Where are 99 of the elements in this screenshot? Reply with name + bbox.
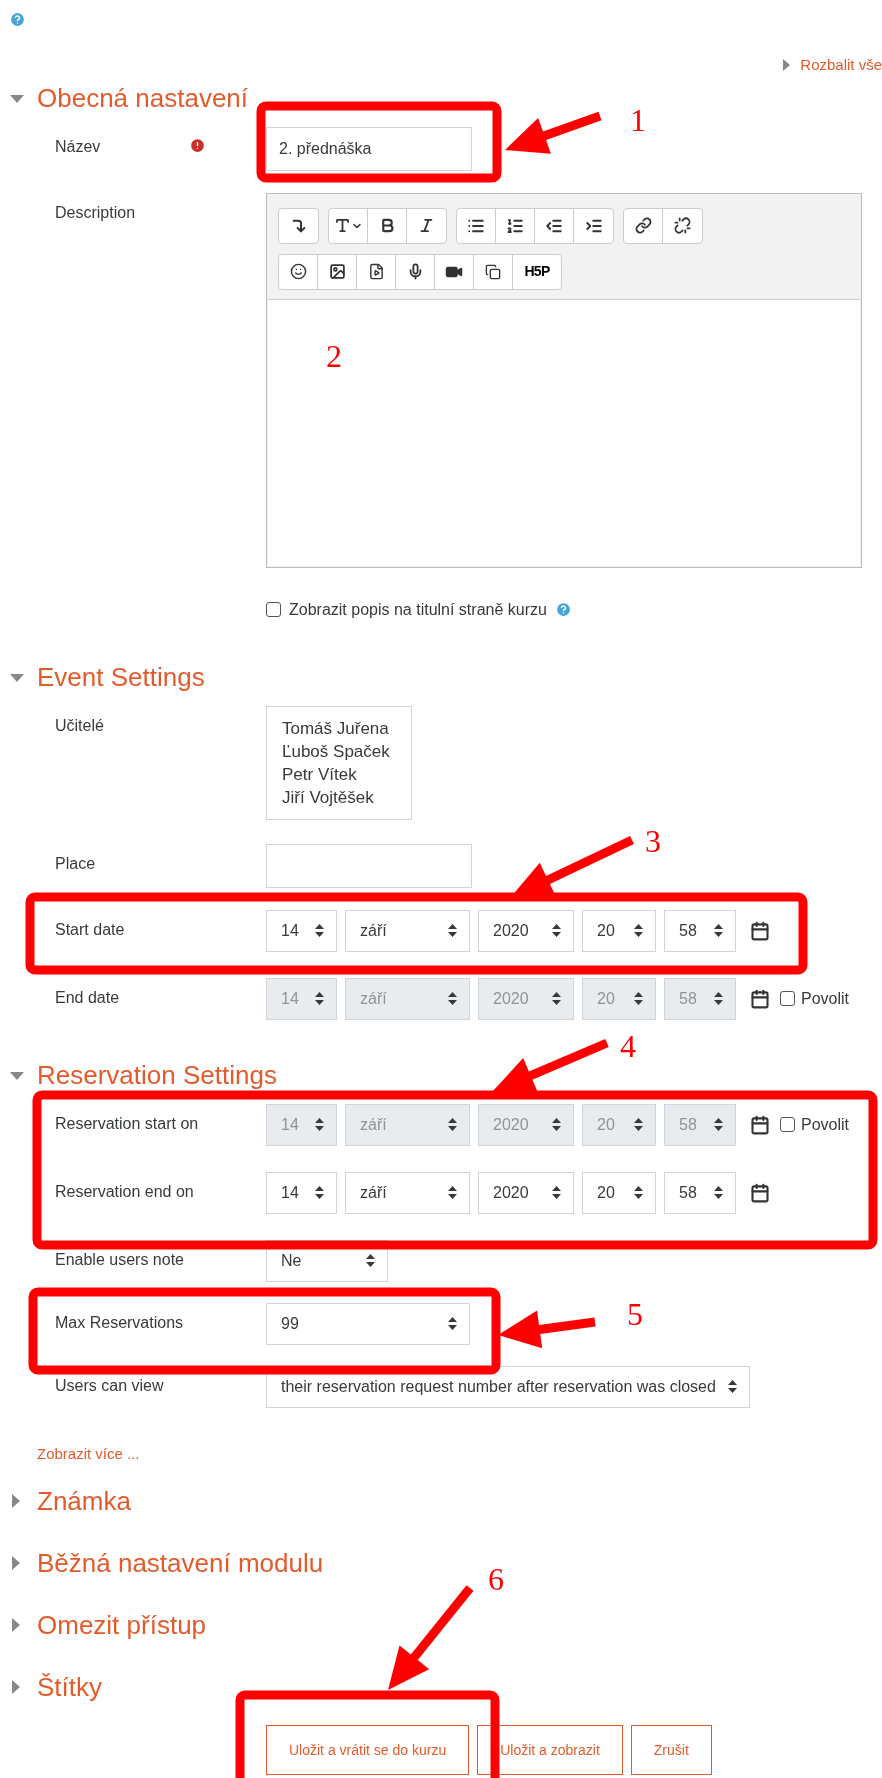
teacher-list[interactable]: Tomáš Juřena Ľuboš Spaček Petr Vítek Jiří Vojtěšek xyxy=(266,705,412,820)
sort-icon xyxy=(727,1380,737,1393)
h5p-button[interactable]: H5P xyxy=(513,254,561,289)
sort-icon xyxy=(552,924,561,937)
list-option[interactable]: Jiří Vojtěšek xyxy=(282,785,396,809)
field-label: Reservation end on xyxy=(55,1181,194,1202)
select-field[interactable]: 14 xyxy=(266,1171,337,1214)
expand-caret-icon[interactable] xyxy=(12,1680,20,1694)
text-field[interactable]: 2. přednáška xyxy=(266,126,472,171)
sort-icon xyxy=(552,992,561,1005)
sort-icon xyxy=(448,1317,457,1330)
annotation-number: 6 xyxy=(488,1563,504,1595)
field-label: Název xyxy=(55,136,101,157)
field-label: Max Reservations xyxy=(55,1312,184,1333)
sort-icon xyxy=(448,1186,457,1199)
sort-icon xyxy=(552,1118,561,1131)
sort-icon xyxy=(634,1118,643,1131)
sort-icon xyxy=(315,924,324,937)
section-heading[interactable]: Štítky xyxy=(37,1667,102,1707)
sort-icon xyxy=(448,992,457,1005)
annotation-number: 4 xyxy=(620,1030,636,1062)
image-icon xyxy=(328,263,346,280)
field-label: Enable users note xyxy=(55,1249,184,1270)
sort-icon xyxy=(448,924,457,937)
expand-caret-icon[interactable] xyxy=(12,1494,20,1508)
form-button[interactable]: Uložit a zobrazit xyxy=(477,1725,623,1775)
section-heading[interactable]: Event Settings xyxy=(37,658,205,697)
collapse-caret-icon[interactable] xyxy=(10,1071,24,1080)
sort-icon xyxy=(714,924,723,937)
sort-icon xyxy=(634,1186,643,1199)
list-option[interactable]: Ľuboš Spaček xyxy=(282,739,396,763)
select-field[interactable]: 99 xyxy=(266,1302,470,1345)
arrow-down-icon xyxy=(290,217,307,234)
smiley-icon xyxy=(289,263,307,280)
calendar-icon[interactable] xyxy=(750,920,770,941)
calendar-icon[interactable] xyxy=(750,1182,770,1203)
field-label: Start date xyxy=(55,919,125,940)
annotation-number: 2 xyxy=(326,340,342,372)
field-label: Users can view xyxy=(55,1375,164,1396)
form-button[interactable]: Zrušit xyxy=(630,1725,712,1775)
field-label: Place xyxy=(55,853,96,874)
sort-icon xyxy=(315,1118,324,1131)
sort-icon xyxy=(366,1254,375,1267)
expand-caret-icon[interactable] xyxy=(12,1556,20,1570)
field-label: Reservation start on xyxy=(55,1113,199,1134)
show-more-link[interactable]: Zobrazit více ... xyxy=(37,1442,140,1465)
select-field[interactable]: 2020 xyxy=(478,909,574,952)
select-field[interactable]: their reservation request number after reservation was closed xyxy=(266,1365,750,1408)
section-heading[interactable]: Obecná nastavení xyxy=(37,79,249,118)
italic-icon xyxy=(418,217,435,234)
sort-icon xyxy=(714,1118,723,1131)
checkbox-label: Zobrazit popis na titulní straně kurzu xyxy=(289,599,547,620)
collapse-caret-icon[interactable] xyxy=(10,673,24,682)
copy-icon xyxy=(485,263,501,280)
section-heading[interactable]: Reservation Settings xyxy=(37,1056,277,1095)
help-icon[interactable] xyxy=(554,601,572,618)
numbered-list-icon xyxy=(506,216,524,235)
expand-all-link[interactable]: Rozbalit vše xyxy=(800,54,882,77)
select-field[interactable]: 20 xyxy=(582,1171,656,1214)
font-icon xyxy=(333,217,351,234)
expand-caret-icon xyxy=(783,59,791,72)
sort-icon xyxy=(714,1186,723,1199)
sort-icon xyxy=(315,992,324,1005)
checkbox-label: Povolit xyxy=(801,1114,850,1135)
field-label: Učitelé xyxy=(55,715,104,736)
annotation-number: 1 xyxy=(630,104,646,136)
help-icon[interactable] xyxy=(9,11,26,28)
sort-icon xyxy=(714,992,723,1005)
list-option[interactable]: Tomáš Juřena xyxy=(282,716,396,740)
select-field[interactable]: 2020 xyxy=(478,1171,574,1214)
select-field[interactable]: 58 xyxy=(664,909,736,952)
select-field[interactable]: září xyxy=(345,1171,470,1214)
select-field[interactable]: 20 xyxy=(582,909,656,952)
list-option[interactable]: Petr Vítek xyxy=(282,762,396,786)
sort-icon xyxy=(634,992,643,1005)
field-label: Description xyxy=(55,202,136,223)
annotation-number: 5 xyxy=(627,1298,643,1330)
section-heading[interactable]: Známka xyxy=(37,1481,131,1521)
checkbox-label: Povolit xyxy=(801,988,850,1009)
collapse-caret-icon[interactable] xyxy=(10,94,24,103)
field-label: End date xyxy=(55,987,120,1008)
media-file-icon xyxy=(367,263,385,280)
select-field[interactable]: 58 xyxy=(664,1171,736,1214)
annotation-number: 3 xyxy=(645,825,661,857)
sort-icon xyxy=(315,1186,324,1199)
section-heading[interactable]: Běžná nastavení modulu xyxy=(37,1543,324,1583)
expand-caret-icon[interactable] xyxy=(12,1618,20,1632)
checkbox[interactable] xyxy=(266,602,281,617)
select-field[interactable]: 14 xyxy=(266,909,337,952)
sort-icon xyxy=(552,1186,561,1199)
form-button[interactable]: Uložit a vrátit se do kurzu xyxy=(266,1725,470,1775)
link-icon xyxy=(634,217,652,234)
section-heading[interactable]: Omezit přístup xyxy=(37,1605,207,1645)
select-field[interactable]: září xyxy=(345,909,470,952)
sort-icon xyxy=(634,924,643,937)
sort-icon xyxy=(448,1118,457,1131)
required-icon xyxy=(189,136,206,154)
text-field[interactable] xyxy=(266,843,472,888)
unlink-icon xyxy=(674,217,691,234)
